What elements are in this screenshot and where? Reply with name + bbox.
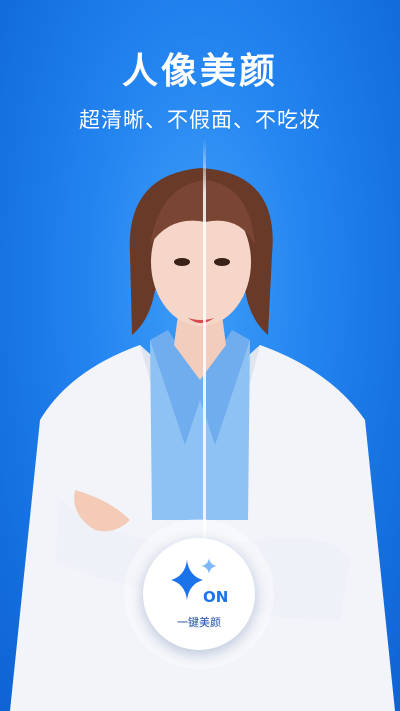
right-eye <box>214 258 230 266</box>
toggle-state: ON <box>203 588 229 606</box>
page-subtitle: 超清晰、不假面、不吃妆 <box>79 108 321 132</box>
one-tap-beauty-button[interactable]: ON 一键美颜 <box>143 538 255 650</box>
toggle-label: 一键美颜 <box>177 616 221 629</box>
page-title: 人像美颜 <box>121 51 278 92</box>
promo-screen: 人像美颜 超清晰、不假面、不吃妆 ON 一键美颜 <box>0 0 400 711</box>
left-eye <box>174 258 190 266</box>
